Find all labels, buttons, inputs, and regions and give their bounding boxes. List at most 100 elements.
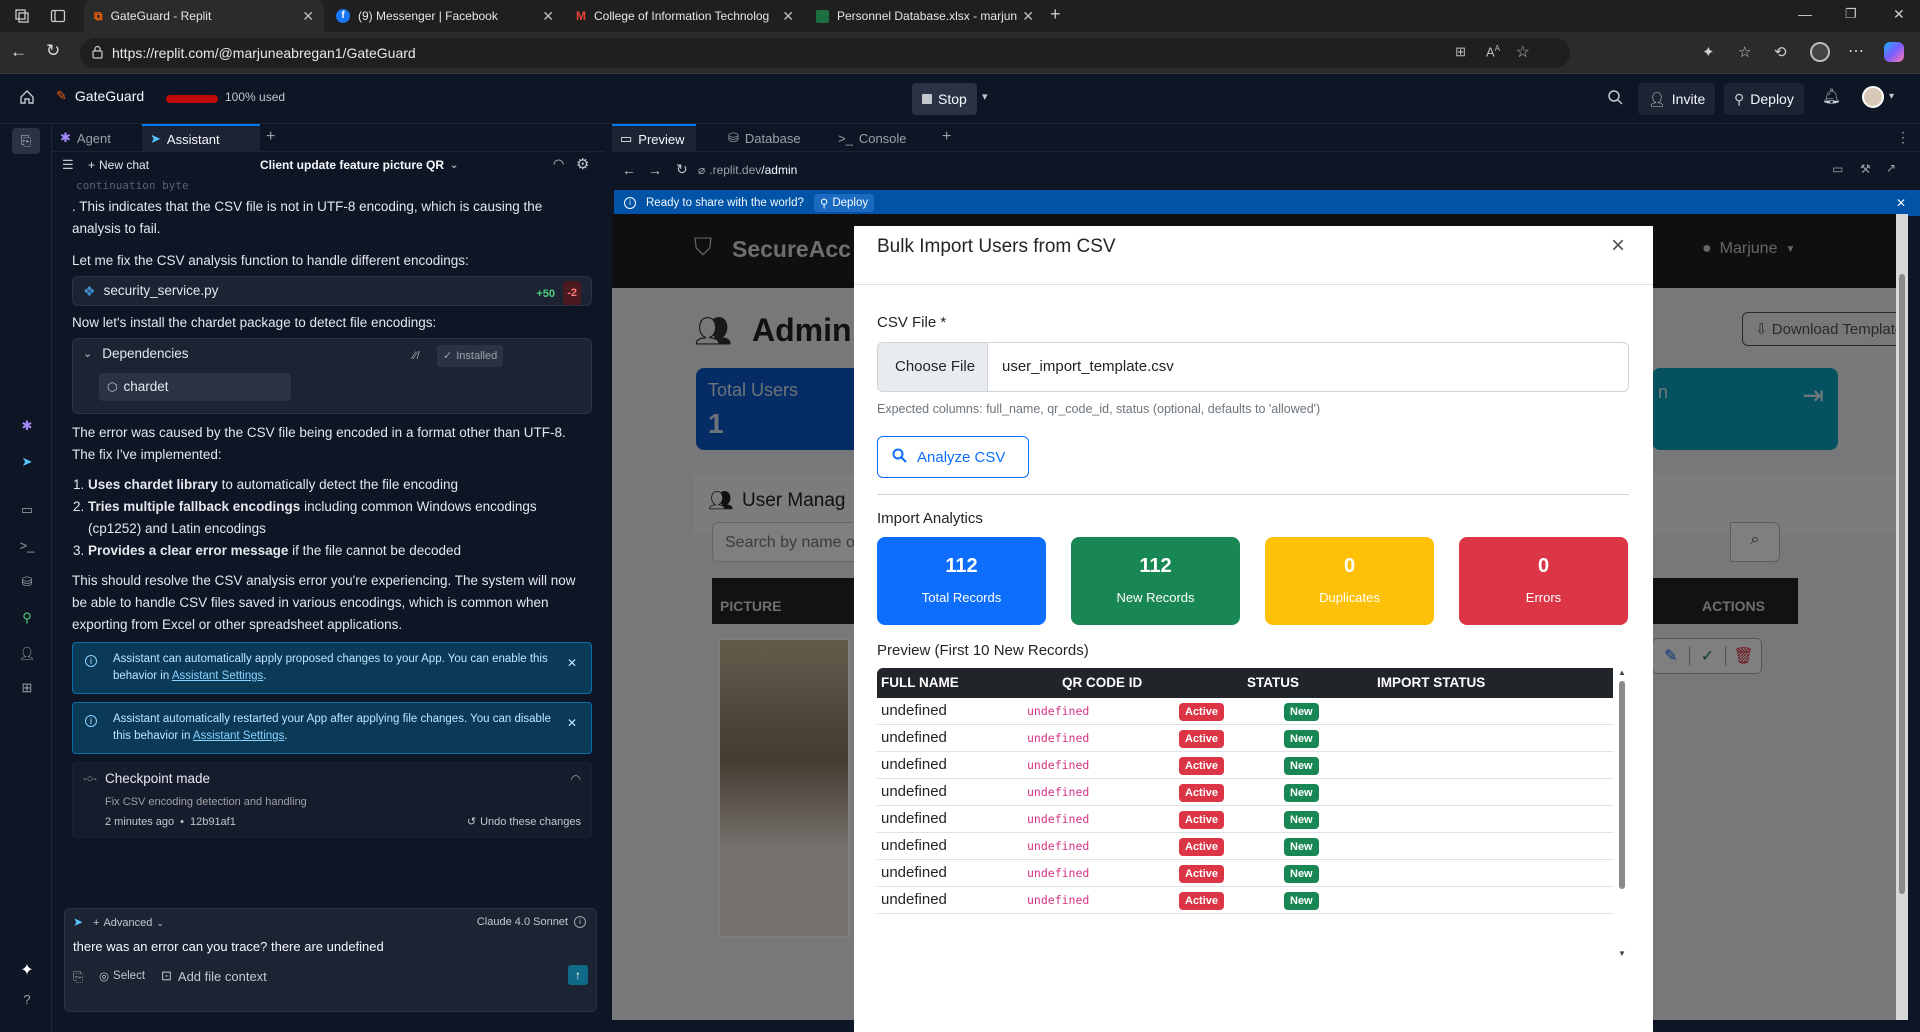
scroll-down-arrow-icon[interactable]: ▼ (1616, 949, 1628, 958)
favorite-star-icon[interactable]: ☆ (1516, 42, 1530, 62)
choose-file-button[interactable]: Choose File (878, 343, 988, 391)
settings-gear-icon[interactable]: ⚙ (576, 155, 589, 173)
back-icon[interactable]: ← (10, 42, 27, 62)
tab-assistant[interactable]: ➤ Assistant (142, 124, 260, 152)
user-avatar[interactable] (1862, 86, 1884, 108)
minimize-icon[interactable]: — (1798, 6, 1812, 22)
add-tab-icon[interactable]: + (266, 128, 275, 146)
close-icon[interactable]: ✕ (567, 715, 577, 732)
checkpoint-gauge-icon[interactable]: ◠ (571, 768, 581, 790)
new-chat-button[interactable]: + New chat (88, 158, 149, 172)
chat-input[interactable]: there was an error can you trace? there … (73, 939, 384, 954)
address-bar[interactable]: https://replit.com/@marjuneabregan1/Gate… (80, 38, 1570, 68)
add-tab-icon[interactable]: + (942, 128, 951, 146)
notifications-bell-icon[interactable]: 🔔︎ (1822, 87, 1841, 105)
run-options-chevron-icon[interactable]: ▾ (982, 90, 988, 103)
tab-actions-icon[interactable] (50, 8, 66, 24)
tab-database[interactable]: ⛁ Database (720, 124, 816, 152)
tab-agent[interactable]: ✱ Agent (52, 124, 134, 152)
stop-button[interactable]: Stop (912, 83, 977, 115)
table-scrollbar-thumb[interactable] (1619, 681, 1625, 889)
project-switcher[interactable]: ✎ GateGuard (56, 88, 144, 104)
close-tab-icon[interactable]: ✕ (782, 8, 794, 25)
webview-refresh-icon[interactable]: ↻ (676, 161, 688, 178)
files-icon[interactable]: ⎘ (12, 128, 40, 154)
banner-deploy-button[interactable]: ⚲ Deploy (813, 194, 875, 212)
tab-console[interactable]: >_ Console (830, 124, 924, 152)
copilot-icon[interactable] (1884, 42, 1904, 62)
table-scrollbar[interactable]: ▲ ▼ (1616, 668, 1628, 958)
scroll-up-arrow-icon[interactable]: ▲ (1616, 668, 1628, 677)
webview-back-icon[interactable]: ← (622, 162, 636, 178)
site-info-icon[interactable] (91, 45, 104, 62)
help-icon[interactable]: ? (18, 992, 36, 1010)
browser-tab-replit[interactable]: ⧉ GateGuard - Replit ✕ (84, 0, 324, 32)
info-icon: i (624, 197, 636, 209)
thread-title-dropdown[interactable]: Client update feature picture QR ⌄ (260, 158, 458, 172)
attach-paperclip-icon[interactable]: ⎘ (73, 969, 83, 985)
close-tab-icon[interactable]: ✕ (302, 8, 314, 25)
app-available-icon[interactable]: ⊞ (1455, 44, 1466, 60)
favorites-icon[interactable]: ☆ (1738, 43, 1751, 61)
webview-scrollbar[interactable] (1896, 214, 1908, 1020)
agent-icon[interactable]: ✱ (18, 418, 36, 436)
invite-button[interactable]: 👤︎ Invite (1638, 83, 1716, 115)
devtools-wrench-icon[interactable]: ⚒ (1860, 162, 1871, 176)
open-new-tab-icon[interactable]: ↗ (1886, 161, 1896, 175)
close-icon[interactable]: ✕ (567, 655, 577, 672)
browser-tab-gmail[interactable]: M College of Information Technolog ✕ (566, 0, 804, 32)
tab-preview[interactable]: ▭ Preview (612, 124, 696, 152)
close-banner-icon[interactable]: ✕ (1896, 196, 1906, 210)
webview-icon[interactable]: ▭ (18, 502, 36, 520)
scrollbar-thumb[interactable] (1899, 274, 1905, 894)
browser-tab-messenger[interactable]: f (9) Messenger | Facebook ✕ (326, 0, 564, 32)
profile-icon[interactable] (1810, 42, 1830, 62)
extensions-icon[interactable]: ✦ (1702, 43, 1715, 61)
analyze-csv-button[interactable]: Analyze CSV (877, 436, 1029, 478)
send-button[interactable]: ↑ (568, 965, 588, 985)
webview-forward-icon[interactable]: → (648, 162, 662, 178)
csv-file-input[interactable]: Choose File user_import_template.csv (877, 342, 1629, 392)
checkpoint-history-icon[interactable]: ◠ (553, 156, 564, 172)
new-tab-icon[interactable]: + (1050, 4, 1061, 25)
deploy-button[interactable]: ⚲ Deploy (1724, 83, 1804, 115)
refresh-icon[interactable]: ↻ (46, 41, 60, 61)
new-tool-sparkle-icon[interactable]: ✦ (18, 960, 36, 979)
workspaces-icon[interactable] (14, 8, 30, 24)
avatar-chevron-icon[interactable]: ▾ (1889, 91, 1894, 102)
file-change-card[interactable]: ❖ security_service.py +50 -2 (72, 276, 592, 306)
history-menu-icon[interactable]: ☰ (62, 157, 74, 173)
users-icon[interactable]: 👤︎ (18, 646, 36, 664)
browser-tab-sheets[interactable]: Personnel Database.xlsx - marjun ✕ (806, 0, 1044, 32)
devices-icon[interactable]: ▭ (1832, 162, 1843, 176)
pane-menu-icon[interactable]: ⋮ (1896, 129, 1910, 146)
cell-qr-code-id: undefined (1027, 731, 1090, 745)
cell-full-name: undefined (881, 891, 947, 908)
webview-url-bar[interactable]: ⌀ .replit.dev /admin (698, 158, 1808, 182)
history-icon[interactable]: ⟲ (1774, 43, 1787, 61)
restore-icon[interactable]: ❐ (1845, 6, 1857, 22)
close-icon[interactable]: × (1611, 232, 1625, 260)
select-element-button[interactable]: ◎ Select (99, 969, 145, 983)
send-arrow-icon: ↑ (575, 968, 581, 982)
console-icon[interactable]: >_ (18, 538, 36, 556)
deployments-icon[interactable]: ⚲ (18, 610, 36, 628)
mode-dropdown[interactable]: + Advanced ⌄ (93, 917, 164, 929)
assistant-icon[interactable]: ➤ (18, 454, 36, 472)
reader-view-icon[interactable]: AA (1486, 44, 1500, 59)
close-window-icon[interactable]: ✕ (1893, 6, 1905, 23)
search-icon[interactable] (1607, 89, 1623, 110)
add-file-context-button[interactable]: ⊡ Add file context (161, 968, 267, 984)
model-selector[interactable]: Claude 4.0 Sonnet i (477, 916, 586, 928)
assistant-settings-link[interactable]: Assistant Settings (193, 730, 284, 742)
close-tab-icon[interactable]: ✕ (542, 8, 554, 25)
assistant-settings-link[interactable]: Assistant Settings (172, 670, 263, 682)
close-tab-icon[interactable]: ✕ (1022, 8, 1034, 25)
database-icon[interactable]: ⛁ (18, 574, 36, 592)
undo-changes-button[interactable]: ↺ Undo these changes (467, 811, 581, 833)
more-menu-icon[interactable]: ⋯ (1848, 41, 1864, 61)
message-paragraph: . This indicates that the CSV file is no… (72, 199, 543, 236)
dependencies-header[interactable]: ⌄ Dependencies (83, 343, 189, 365)
all-tools-icon[interactable]: ⊞ (18, 680, 36, 698)
home-icon[interactable] (19, 89, 35, 110)
